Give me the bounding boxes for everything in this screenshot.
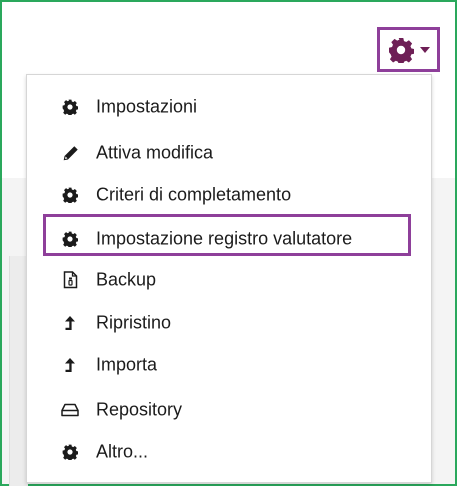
menu-item-attiva-modifica[interactable]: Attiva modifica — [27, 136, 431, 170]
menu-item-label: Attiva modifica — [96, 142, 214, 163]
caret-down-icon — [419, 46, 430, 53]
menu-item-label: Ripristino — [96, 312, 172, 333]
menu-item-impostazioni[interactable]: Impostazioni — [27, 90, 431, 124]
pencil-icon — [60, 143, 80, 163]
gear-icon — [60, 185, 80, 205]
gear-icon — [388, 37, 414, 63]
upload-arrow-icon — [60, 313, 80, 333]
menu-item-backup[interactable]: Backup — [27, 263, 431, 297]
settings-dropdown-menu: Impostazioni Attiva modifica Criteri di … — [26, 74, 432, 483]
gear-icon — [60, 97, 80, 117]
menu-item-label: Importa — [96, 354, 158, 375]
settings-menu-button[interactable] — [377, 27, 440, 72]
gear-icon — [60, 229, 80, 249]
menu-item-ripristino[interactable]: Ripristino — [27, 306, 431, 340]
menu-item-criteri-completamento[interactable]: Criteri di completamento — [27, 178, 431, 212]
menu-item-importa[interactable]: Importa — [27, 348, 431, 382]
menu-item-altro[interactable]: Altro... — [27, 435, 431, 469]
menu-item-label: Repository — [96, 399, 183, 420]
menu-item-label: Impostazioni — [96, 96, 198, 117]
menu-item-label: Altro... — [96, 441, 149, 462]
gear-icon — [60, 442, 80, 462]
upload-arrow-icon — [60, 355, 80, 375]
drive-icon — [60, 400, 80, 420]
menu-item-label: Backup — [96, 269, 157, 290]
menu-item-label: Criteri di completamento — [96, 184, 292, 205]
menu-item-impostazione-registro-valutatore[interactable]: Impostazione registro valutatore — [27, 222, 431, 256]
backup-file-icon — [60, 270, 80, 290]
menu-item-label: Impostazione registro valutatore — [96, 228, 353, 249]
menu-item-repository[interactable]: Repository — [27, 393, 431, 427]
